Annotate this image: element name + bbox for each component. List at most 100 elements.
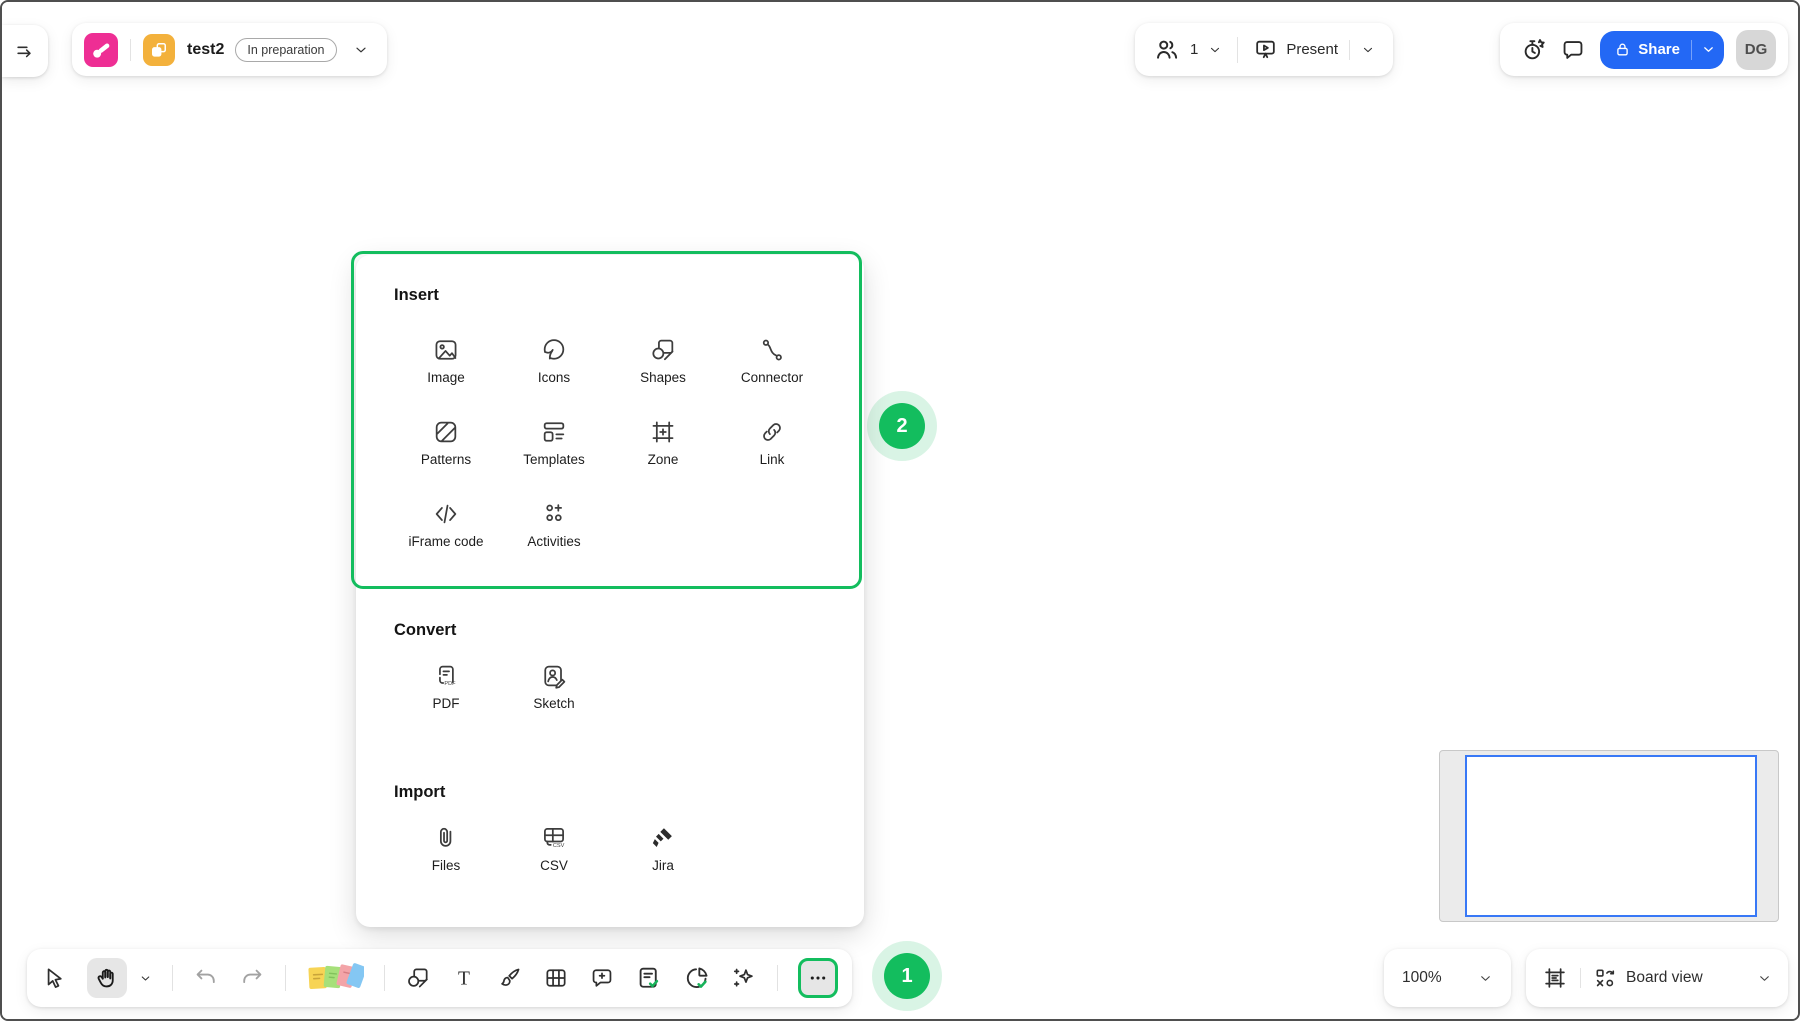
menu-item-sketch[interactable]: Sketch (500, 662, 608, 711)
collaborators-count: 1 (1190, 41, 1198, 58)
menu-item-label: Jira (652, 858, 674, 873)
menu-item-image[interactable]: Image (392, 336, 500, 385)
board-view-label[interactable]: Board view (1626, 969, 1703, 987)
hand-tool[interactable] (87, 958, 127, 998)
menu-item-patterns[interactable]: Patterns (392, 418, 500, 467)
convert-section-title: Convert (394, 621, 456, 640)
board-view-icon (1593, 966, 1617, 990)
sticky-note-tool[interactable] (306, 960, 364, 996)
hand-tool-chevron-icon[interactable] (139, 972, 152, 985)
insert-section-title: Insert (394, 286, 439, 305)
shapes-tool[interactable] (405, 965, 431, 991)
board-header-card: test2 In preparation (72, 23, 387, 76)
collaborators-chevron-icon[interactable] (1208, 43, 1222, 57)
menu-item-iframe-code[interactable]: iFrame code (392, 500, 500, 549)
annotation-step-1: 1 (872, 941, 942, 1011)
menu-item-label: Shapes (640, 370, 686, 385)
menu-item-label: Templates (523, 452, 585, 467)
divider (777, 965, 778, 991)
connector-icon (758, 336, 786, 364)
minimap-viewport-indicator[interactable] (1465, 755, 1757, 917)
link-icon (758, 418, 786, 446)
zoom-chevron-icon[interactable] (1478, 971, 1493, 986)
templates-icon (540, 418, 568, 446)
menu-item-connector[interactable]: Connector (718, 336, 826, 385)
select-tool[interactable] (41, 965, 67, 991)
menu-item-csv[interactable]: CSV CSV (500, 824, 608, 873)
ai-sparkle-tool[interactable] (731, 965, 757, 991)
activities-icon (540, 500, 568, 528)
charts-tool[interactable] (683, 964, 711, 992)
pdf-badge-text: PDF (444, 681, 456, 687)
menu-item-label: Patterns (421, 452, 471, 467)
menu-item-label: Link (760, 452, 785, 467)
more-tools-button[interactable] (798, 958, 838, 998)
comment-tool[interactable] (589, 965, 615, 991)
status-badge[interactable]: In preparation (235, 38, 336, 62)
menu-item-pdf[interactable]: PDF PDF (392, 662, 500, 711)
table-tool[interactable] (543, 965, 569, 991)
menu-item-label: Connector (741, 370, 803, 385)
menu-item-link[interactable]: Link (718, 418, 826, 467)
view-chevron-icon[interactable] (1757, 971, 1772, 986)
timer-icon[interactable] (1516, 33, 1550, 67)
divider (285, 965, 286, 991)
share-card: Share DG (1500, 23, 1788, 76)
divider (1580, 968, 1581, 988)
menu-item-activities[interactable]: Activities (500, 500, 608, 549)
menu-item-label: Image (427, 370, 465, 385)
comments-icon[interactable] (1556, 33, 1590, 67)
insert-menu: Insert Image Icons Shapes (356, 255, 864, 927)
menu-item-label: PDF (433, 696, 460, 711)
menu-item-files[interactable]: Files (392, 824, 500, 873)
menu-item-label: CSV (540, 858, 568, 873)
menu-item-icons[interactable]: Icons (500, 336, 608, 385)
menu-item-label: Files (432, 858, 461, 873)
chevron-down-icon[interactable] (353, 42, 369, 58)
avatar[interactable]: DG (1736, 30, 1776, 70)
zoom-control[interactable]: 100% (1384, 949, 1511, 1007)
board-title[interactable]: test2 (187, 41, 224, 59)
project-frames-icon[interactable] (143, 34, 175, 66)
divider (172, 965, 173, 991)
templates-tool[interactable] (635, 964, 663, 992)
sidebar-expand-button[interactable] (2, 25, 48, 77)
code-icon (432, 500, 460, 528)
miro-logo[interactable] (84, 33, 118, 67)
undo-button[interactable] (193, 965, 219, 991)
shapes-icon (649, 336, 677, 364)
menu-item-label: Activities (527, 534, 580, 549)
annotation-step-2: 2 (867, 391, 937, 461)
collaborators-icon[interactable] (1153, 36, 1181, 64)
sketch-icon (540, 662, 568, 690)
divider (130, 39, 131, 61)
present-button[interactable]: Present (1286, 41, 1338, 58)
share-chevron-icon[interactable] (1701, 42, 1716, 57)
annotation-step-2-number: 2 (879, 403, 925, 449)
creation-toolbar: T (27, 949, 852, 1007)
text-tool-glyph: T (458, 969, 470, 990)
import-section-title: Import (394, 783, 445, 802)
present-chevron-icon[interactable] (1361, 43, 1375, 57)
pen-tool[interactable] (497, 965, 523, 991)
redo-button[interactable] (239, 965, 265, 991)
share-button[interactable]: Share (1600, 31, 1724, 69)
csv-table-icon: CSV (540, 824, 568, 852)
sidebar-expand-icon (14, 40, 36, 62)
menu-item-label: Zone (648, 452, 679, 467)
frames-panel-icon[interactable] (1542, 965, 1568, 991)
menu-item-label: Icons (538, 370, 570, 385)
zoom-level[interactable]: 100% (1402, 969, 1442, 987)
divider (384, 965, 385, 991)
image-icon (432, 336, 460, 364)
present-icon (1253, 37, 1278, 62)
annotation-step-1-number: 1 (884, 953, 930, 999)
menu-item-templates[interactable]: Templates (500, 418, 608, 467)
divider (1691, 40, 1692, 60)
menu-item-jira[interactable]: Jira (609, 824, 717, 873)
menu-item-zone[interactable]: Zone (609, 418, 717, 467)
menu-item-shapes[interactable]: Shapes (609, 336, 717, 385)
minimap-panel[interactable] (1439, 750, 1779, 922)
text-tool[interactable]: T (451, 965, 477, 991)
collaboration-card: 1 Present (1135, 23, 1393, 76)
